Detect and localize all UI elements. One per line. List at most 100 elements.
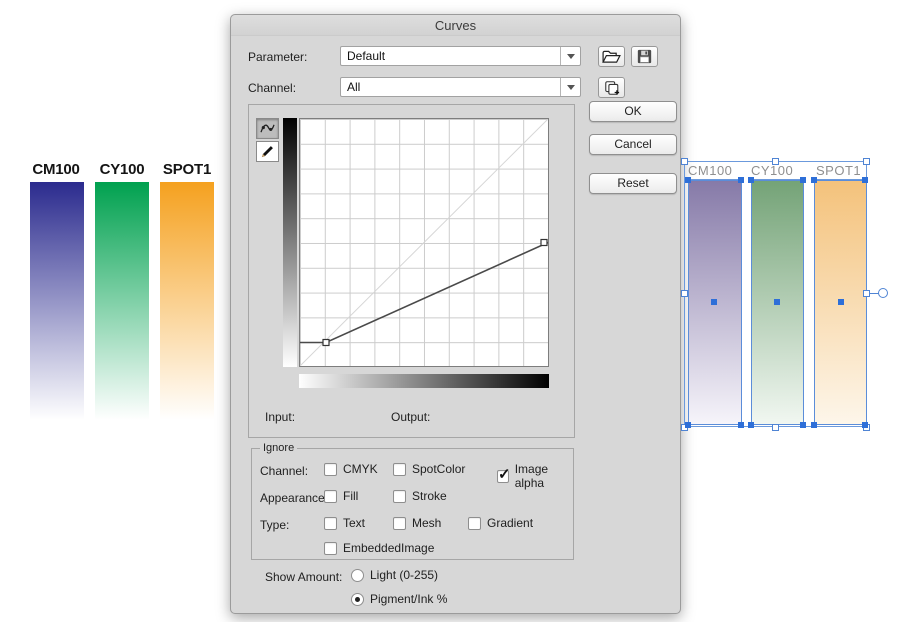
load-parameter-button[interactable] xyxy=(598,46,625,67)
checkbox-stroke[interactable]: Stroke xyxy=(393,489,447,503)
input-label: Input: xyxy=(265,410,295,424)
checkbox-icon xyxy=(324,542,337,555)
checkbox-label: Image alpha xyxy=(515,462,573,490)
checkbox-gradient[interactable]: Gradient xyxy=(468,516,533,530)
selection-handle[interactable] xyxy=(772,158,779,165)
selection-handle[interactable] xyxy=(863,290,870,297)
save-icon xyxy=(637,49,652,64)
curve-tool-button[interactable] xyxy=(256,118,279,139)
swatch-bar[interactable] xyxy=(160,182,214,420)
application-canvas: CM100 CY100 SPOT1 Curves Parameter: Defa… xyxy=(0,0,900,622)
checkbox-icon xyxy=(393,490,406,503)
checkbox-icon xyxy=(393,463,406,476)
object-anchor-handle[interactable] xyxy=(685,177,691,183)
checkbox-icon xyxy=(324,490,337,503)
pencil-tool-button[interactable] xyxy=(256,141,279,162)
curve-tool-icon xyxy=(259,122,276,135)
checkbox-label: Text xyxy=(343,516,365,530)
ignore-legend: Ignore xyxy=(260,442,297,454)
channel-value: All xyxy=(341,80,560,94)
save-parameter-button[interactable] xyxy=(631,46,658,67)
object-anchor-handle[interactable] xyxy=(800,177,806,183)
dialog-title: Curves xyxy=(231,15,680,36)
chevron-down-icon xyxy=(567,85,575,90)
checkbox-fill[interactable]: Fill xyxy=(324,489,358,503)
checkbox-image-alpha[interactable]: Image alpha xyxy=(497,462,573,490)
checkbox-cmyk[interactable]: CMYK xyxy=(324,462,378,476)
parameter-value: Default xyxy=(341,49,560,63)
output-label: Output: xyxy=(391,410,430,424)
checkbox-embeddedimage[interactable]: EmbeddedImage xyxy=(324,541,434,555)
object-anchor-handle[interactable] xyxy=(862,422,868,428)
channel-dropdown[interactable]: All xyxy=(340,77,581,97)
checkbox-spotcolor[interactable]: SpotColor xyxy=(393,462,465,476)
curves-dialog: Curves Parameter: Default Channel: All xyxy=(230,14,681,614)
checkbox-checked-icon xyxy=(497,470,509,483)
checkbox-text[interactable]: Text xyxy=(324,516,365,530)
checkbox-label: Mesh xyxy=(412,516,441,530)
radio-selected-icon xyxy=(351,593,364,606)
pencil-icon xyxy=(260,144,275,159)
radio-icon xyxy=(351,569,364,582)
cancel-button[interactable]: Cancel xyxy=(589,134,677,155)
curve-plot xyxy=(300,119,548,366)
ignore-type-row-label: Type: xyxy=(260,518,289,532)
selection-handle[interactable] xyxy=(681,158,688,165)
input-gradient-ramp xyxy=(299,374,549,388)
reset-button[interactable]: Reset xyxy=(589,173,677,194)
object-anchor-handle[interactable] xyxy=(738,422,744,428)
checkbox-label: EmbeddedImage xyxy=(343,541,434,555)
show-amount-label: Show Amount: xyxy=(265,570,342,584)
channel-label: Channel: xyxy=(248,81,296,95)
curve-editor-group: Input: Output: xyxy=(248,104,575,438)
parameter-label: Parameter: xyxy=(248,50,307,64)
open-folder-icon xyxy=(602,50,621,64)
object-anchor-handle[interactable] xyxy=(800,422,806,428)
object-anchor-handle[interactable] xyxy=(811,422,817,428)
parameter-dropdown[interactable]: Default xyxy=(340,46,581,66)
curve-handle[interactable] xyxy=(323,340,329,346)
swatch-bar[interactable] xyxy=(95,182,149,420)
checkbox-mesh[interactable]: Mesh xyxy=(393,516,441,530)
radio-label: Light (0-255) xyxy=(370,568,438,582)
object-anchor-handle[interactable] xyxy=(862,177,868,183)
ok-button[interactable]: OK xyxy=(589,101,677,122)
ignore-channel-row-label: Channel: xyxy=(260,464,308,478)
checkbox-icon xyxy=(324,517,337,530)
chevron-down-icon xyxy=(567,54,575,59)
swatch-label[interactable]: CY100 xyxy=(94,161,150,178)
radio-pigment-ink[interactable]: Pigment/Ink % xyxy=(351,592,447,606)
checkbox-label: Stroke xyxy=(412,489,447,503)
selection-handle[interactable] xyxy=(681,290,688,297)
radio-label: Pigment/Ink % xyxy=(370,592,447,606)
curve-line[interactable] xyxy=(300,243,548,343)
object-center-handle[interactable] xyxy=(838,299,844,305)
swatch-label[interactable]: CM100 xyxy=(28,161,84,178)
swatch-label[interactable]: SPOT1 xyxy=(159,161,215,178)
copy-channel-button[interactable] xyxy=(598,77,625,98)
object-anchor-handle[interactable] xyxy=(748,177,754,183)
object-anchor-handle[interactable] xyxy=(748,422,754,428)
identity-line xyxy=(300,119,548,366)
checkbox-label: Fill xyxy=(343,489,358,503)
selection-handle[interactable] xyxy=(772,424,779,431)
radio-light[interactable]: Light (0-255) xyxy=(351,568,438,582)
swatch-label-selected[interactable]: CY100 xyxy=(751,163,802,180)
checkbox-icon xyxy=(468,517,481,530)
checkbox-icon xyxy=(393,517,406,530)
swatch-label-selected[interactable]: CM100 xyxy=(688,163,739,180)
rotate-handle[interactable] xyxy=(878,288,888,298)
swatch-label-selected[interactable]: SPOT1 xyxy=(816,163,867,180)
checkbox-icon xyxy=(324,463,337,476)
checkbox-label: Gradient xyxy=(487,516,533,530)
object-center-handle[interactable] xyxy=(711,299,717,305)
curve-grid[interactable] xyxy=(299,118,549,367)
object-anchor-handle[interactable] xyxy=(738,177,744,183)
ignore-appearance-row-label: Appearance: xyxy=(260,491,328,505)
selection-handle[interactable] xyxy=(863,158,870,165)
object-anchor-handle[interactable] xyxy=(685,422,691,428)
swatch-bar[interactable] xyxy=(30,182,84,420)
curve-handle[interactable] xyxy=(541,240,547,246)
object-anchor-handle[interactable] xyxy=(811,177,817,183)
object-center-handle[interactable] xyxy=(774,299,780,305)
